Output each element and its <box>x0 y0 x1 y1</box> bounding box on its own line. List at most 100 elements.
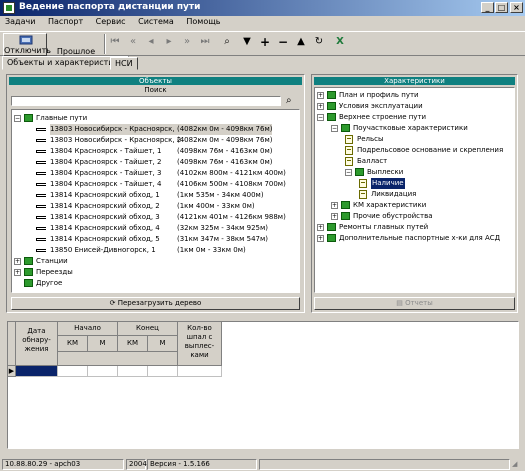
col-header-start-m[interactable]: М <box>88 336 118 352</box>
tab-strip: Объекты и характеристики НСИ <box>0 56 525 70</box>
tab-nsi[interactable]: НСИ <box>110 57 138 70</box>
characteristics-panel: Характеристики + План и профиль пути + У… <box>311 74 518 313</box>
next-record-icon[interactable]: ▸ <box>162 36 176 48</box>
remove-icon[interactable]: − <box>276 36 290 48</box>
collapse-icon[interactable]: − <box>317 114 324 121</box>
grid-cell-sleeper-count[interactable] <box>178 366 222 377</box>
expand-icon[interactable]: + <box>331 213 338 220</box>
tree-node-other[interactable]: Другое <box>14 278 164 289</box>
collapse-icon[interactable]: − <box>345 169 352 176</box>
tree-node-stations[interactable]: + Станции <box>14 256 164 267</box>
objects-tree[interactable]: − Главные пути 13803 Новосибирск - Красн… <box>11 109 300 293</box>
char-item-splashes[interactable]: − Выплески <box>345 167 510 178</box>
col-header-sleeper-count[interactable]: Кол-во шпал с выплес-ками <box>178 322 222 366</box>
filter-icon[interactable]: ▼ <box>240 36 254 48</box>
col-header-end-km[interactable]: КМ <box>118 336 148 352</box>
prev-record-icon[interactable]: ◂ <box>144 36 158 48</box>
menu-system[interactable]: Система <box>133 16 179 26</box>
char-item-track-superstructure[interactable]: − Верхнее строение пути <box>317 112 512 123</box>
col-header-date[interactable]: Дата обнару-жения <box>16 322 58 366</box>
track-row-4[interactable]: 13804 Красноярск - Тайшет, 2 (4098км 76м… <box>36 157 290 168</box>
add-icon[interactable]: + <box>258 36 272 48</box>
last-record-icon[interactable]: ⏭ <box>198 36 212 48</box>
close-button[interactable]: × <box>510 2 523 13</box>
char-item-section-characteristics[interactable]: − Поучастковые характеристики <box>331 123 511 134</box>
expand-icon[interactable]: + <box>317 224 324 231</box>
track-row-8[interactable]: 13814 Красноярский обход, 2 (1км 400м - … <box>36 201 290 212</box>
char-item-km-characteristics[interactable]: + КМ характеристики <box>331 200 511 211</box>
refresh-icon[interactable]: ↻ <box>312 36 326 48</box>
excel-export-icon[interactable]: X <box>333 36 347 48</box>
expand-icon[interactable]: + <box>317 235 324 242</box>
char-item-elimination[interactable]: Ликвидация <box>359 189 509 200</box>
char-item-operating-conditions[interactable]: + Условия эксплуатации <box>317 101 512 112</box>
collapse-icon[interactable]: − <box>331 125 338 132</box>
grid-cell-start-m[interactable] <box>88 366 118 377</box>
grid-cell-start-km[interactable] <box>58 366 88 377</box>
maximize-button[interactable]: □ <box>495 2 508 13</box>
expand-icon[interactable]: + <box>317 103 324 110</box>
search-input[interactable] <box>11 96 281 106</box>
collapse-icon[interactable]: − <box>14 115 21 122</box>
char-item-ballast[interactable]: Балласт <box>345 156 510 167</box>
title-bar: Ведение паспорта дистанции пути _ □ × <box>0 0 525 16</box>
binoculars-icon[interactable]: ⌕ <box>220 36 234 48</box>
track-row-2[interactable]: 13803 Новосибирск - Красноярск, 2 (4082к… <box>36 135 290 146</box>
char-item-presence[interactable]: Наличие <box>359 178 509 189</box>
col-header-start-km[interactable]: КМ <box>58 336 88 352</box>
char-item-sleepers-fastening[interactable]: Подрельсовое основание и скрепления <box>345 145 510 156</box>
splashes-grid[interactable]: Дата обнару-жения Начало КМ М Конец КМ М… <box>7 321 519 449</box>
char-item-rails[interactable]: Рельсы <box>345 134 510 145</box>
grid-cell-end-km[interactable] <box>118 366 148 377</box>
track-row-9[interactable]: 13814 Красноярский обход, 3 (4121км 401м… <box>36 212 290 223</box>
char-item-main-track-repairs[interactable]: + Ремонты главных путей <box>317 222 512 233</box>
track-row-7[interactable]: 13814 Красноярский обход, 1 (1км 535м - … <box>36 190 290 201</box>
reports-button[interactable]: ▤ Отчеты <box>314 297 515 310</box>
grid-cell-date[interactable] <box>16 366 58 377</box>
minimize-button[interactable]: _ <box>481 2 494 13</box>
folder-icon <box>327 234 336 242</box>
menu-tasks[interactable]: Задачи <box>0 16 40 26</box>
track-row-10[interactable]: 13814 Красноярский обход, 4 (32км 325м -… <box>36 223 290 234</box>
col-header-start[interactable]: Начало <box>58 322 118 336</box>
menu-bar: Задачи Паспорт Сервис Система Помощь <box>0 16 525 30</box>
folder-icon <box>327 223 336 231</box>
track-row-5[interactable]: 13804 Красноярск - Тайшет, 3 (4102км 800… <box>36 168 290 179</box>
col-header-end[interactable]: Конец <box>118 322 178 336</box>
move-up-icon[interactable]: ▲ <box>294 36 308 48</box>
next-page-icon[interactable]: » <box>180 36 194 48</box>
tree-node-crossings[interactable]: + Переезды <box>14 267 164 278</box>
grid-cell-end-m[interactable] <box>148 366 178 377</box>
expand-icon[interactable]: + <box>331 202 338 209</box>
reload-tree-button[interactable]: ⟳ Перезагрузить дерево <box>11 297 300 310</box>
disconnect-button[interactable]: Отключить <box>3 33 51 56</box>
rail-icon <box>36 249 46 252</box>
characteristics-tree[interactable]: + План и профиль пути + Условия эксплуат… <box>314 87 515 293</box>
folder-icon <box>24 268 33 276</box>
resize-grip-icon[interactable]: ◢ <box>512 460 523 470</box>
rail-icon <box>36 172 46 175</box>
window-title: Ведение паспорта дистанции пути <box>19 2 201 12</box>
expand-icon[interactable]: + <box>14 269 21 276</box>
char-item-other-facilities[interactable]: + Прочие обустройства <box>331 211 511 222</box>
track-row-1[interactable]: 13803 Новосибирск - Красноярск, 1 (4082к… <box>36 124 290 135</box>
track-row-11[interactable]: 13814 Красноярский обход, 5 (31км 347м -… <box>36 234 290 245</box>
first-record-icon[interactable]: ⏮ <box>108 36 122 48</box>
char-item-asd-extra[interactable]: + Дополнительные паспортные х-ки для АСД <box>317 233 512 244</box>
track-row-6[interactable]: 13804 Красноярск - Тайшет, 4 (4106км 500… <box>36 179 290 190</box>
document-icon <box>345 135 353 144</box>
tree-node-main-tracks[interactable]: − Главные пути <box>14 113 214 124</box>
col-header-end-m[interactable]: М <box>148 336 178 352</box>
menu-passport[interactable]: Паспорт <box>43 16 88 26</box>
char-item-plan-profile[interactable]: + План и профиль пути <box>317 90 512 101</box>
expand-icon[interactable]: + <box>14 258 21 265</box>
track-row-12[interactable]: 13850 Енисей-Дивногорск, 1 (1км 0м - 33к… <box>36 245 290 256</box>
prev-page-icon[interactable]: « <box>126 36 140 48</box>
track-row-3[interactable]: 13804 Красноярск - Тайшет, 1 (4098км 76м… <box>36 146 290 157</box>
document-icon <box>359 190 367 199</box>
search-binoculars-icon[interactable]: ⌕ <box>286 95 292 106</box>
menu-service[interactable]: Сервис <box>91 16 131 26</box>
past-button[interactable]: Прошлое <box>53 33 99 56</box>
menu-help[interactable]: Помощь <box>181 16 225 26</box>
expand-icon[interactable]: + <box>317 92 324 99</box>
